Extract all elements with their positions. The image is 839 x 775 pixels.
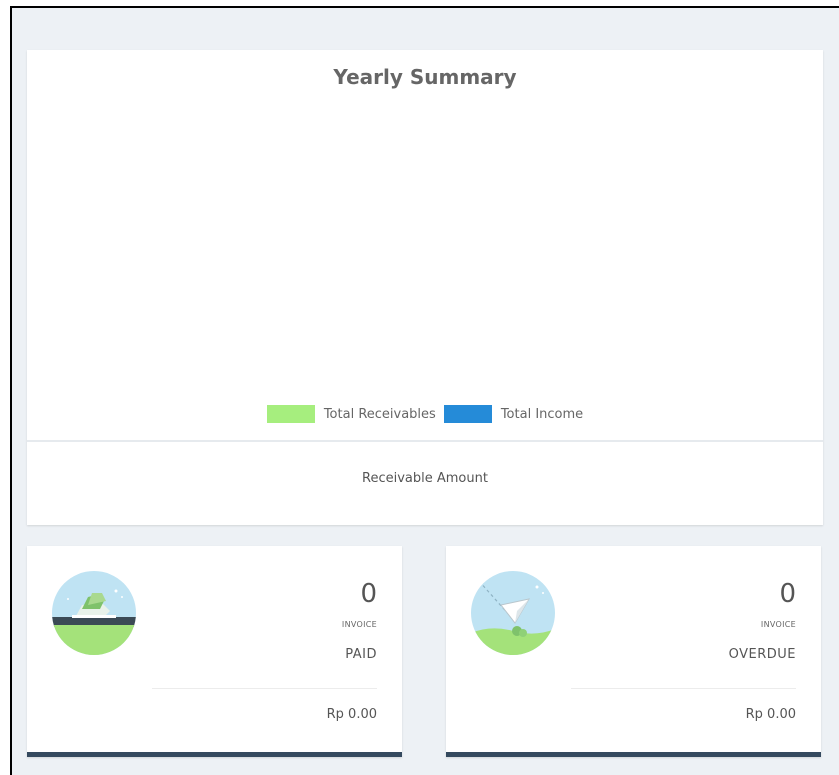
paid-count-label: INVOICE: [341, 620, 377, 629]
overdue-invoice-card: 0 INVOICE OVERDUE Rp 0.00: [446, 546, 821, 757]
summary-title: Yearly Summary: [333, 65, 517, 89]
chart-caption: Receivable Amount: [362, 471, 488, 486]
legend-swatch-income: [443, 405, 492, 423]
overdue-card-accent-bar: [446, 752, 821, 757]
summary-divider: [27, 440, 823, 442]
paid-amount: Rp 0.00: [326, 707, 377, 722]
legend-label-income: Total Income: [500, 406, 584, 422]
paid-invoice-count: 0: [360, 579, 377, 609]
money-stack-icon: [52, 571, 136, 655]
legend-swatch-receivables: [266, 405, 315, 423]
overdue-invoice-count: 0: [779, 579, 796, 609]
dashboard-frame: Yearly Summary Total Receivables Total I…: [10, 6, 839, 775]
chart-legend: Total Receivables Total Income: [27, 405, 823, 423]
overdue-count-label: INVOICE: [760, 620, 796, 629]
paid-status-label: PAID: [345, 647, 377, 662]
overdue-status-label: OVERDUE: [728, 647, 796, 662]
paid-separator: [152, 688, 377, 689]
yearly-summary-card: Yearly Summary Total Receivables Total I…: [27, 50, 823, 525]
legend-item-total-receivables[interactable]: Total Receivables: [266, 405, 436, 423]
paid-card-accent-bar: [27, 752, 402, 757]
legend-label-receivables: Total Receivables: [323, 406, 436, 422]
paid-invoice-card: 0 INVOICE PAID Rp 0.00: [27, 546, 402, 757]
overdue-separator: [571, 688, 796, 689]
legend-item-total-income[interactable]: Total Income: [443, 405, 584, 423]
overdue-amount: Rp 0.00: [745, 707, 796, 722]
paper-plane-icon: [471, 571, 555, 655]
